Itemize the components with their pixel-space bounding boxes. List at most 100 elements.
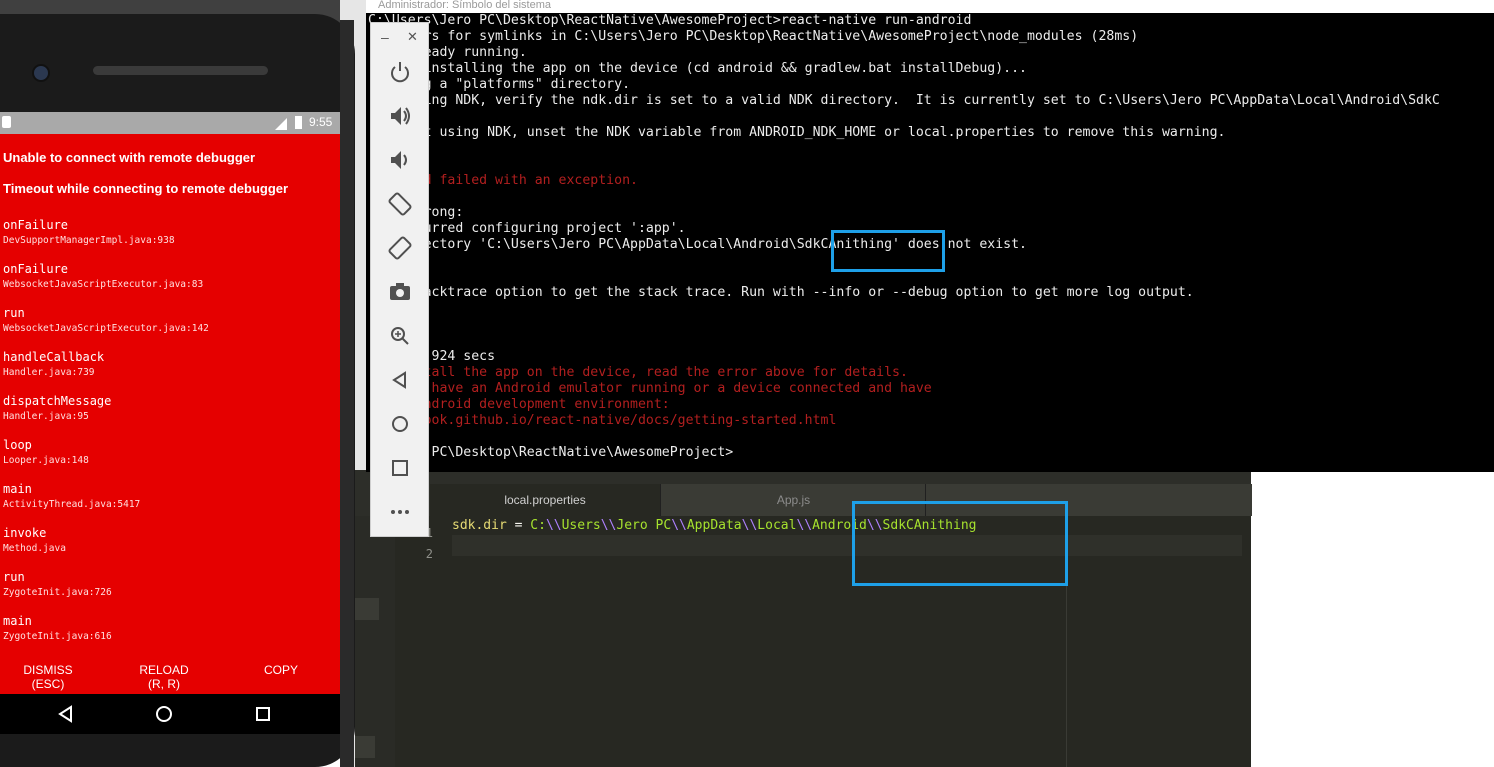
status-bar: 9:55 bbox=[0, 112, 340, 134]
nav-back-icon[interactable] bbox=[57, 705, 75, 728]
stack-frame-source: WebsocketJavaScriptExecutor.java:142 bbox=[3, 323, 209, 334]
dismiss-button[interactable]: DISMISS (ESC) bbox=[3, 663, 93, 691]
stack-frame-method: handleCallback bbox=[3, 350, 105, 364]
escape-sequence: \\ bbox=[671, 518, 687, 533]
stack-frame-source: Handler.java:739 bbox=[3, 367, 95, 378]
stack-frame-method: invoke bbox=[3, 526, 47, 540]
back-icon[interactable] bbox=[385, 365, 415, 395]
stack-frame-method: dispatchMessage bbox=[3, 394, 112, 408]
path-segment: AppData bbox=[686, 518, 742, 533]
android-icon bbox=[2, 116, 11, 128]
status-time: 9:55 bbox=[309, 115, 333, 129]
terminal-line: facebook.github.io/react-native/docs/get… bbox=[368, 413, 837, 428]
terminal-line: r already running. bbox=[368, 45, 527, 60]
power-icon[interactable] bbox=[385, 57, 415, 87]
current-line-highlight bbox=[452, 535, 1242, 556]
close-icon[interactable]: ✕ bbox=[407, 29, 418, 45]
android-nav-bar bbox=[0, 694, 340, 734]
stack-frame-source: WebsocketJavaScriptExecutor.java:83 bbox=[3, 279, 204, 290]
property-key: sdk.dir bbox=[452, 518, 507, 533]
phone-edge bbox=[340, 20, 354, 767]
home-icon[interactable] bbox=[385, 409, 415, 439]
stack-frame-source: ActivityThread.java:5417 bbox=[3, 499, 141, 510]
path-segment: Users bbox=[561, 518, 601, 533]
line-number: 2 bbox=[425, 547, 433, 561]
terminal-line: ILED bbox=[368, 317, 1494, 333]
terminal-line: re using NDK, verify the ndk.dir is set … bbox=[368, 93, 1440, 108]
nav-overview-icon[interactable] bbox=[254, 705, 272, 728]
terminal-line: me: 0.924 secs bbox=[368, 349, 496, 364]
zoom-icon[interactable] bbox=[385, 321, 415, 351]
terminal-line: t install the app on the device, read th… bbox=[368, 365, 908, 380]
side-panel-handle[interactable] bbox=[355, 598, 379, 620]
path-segment: Jero PC bbox=[616, 518, 672, 533]
terminal-line: issing a "platforms" directory. bbox=[368, 77, 631, 92]
stack-frame-method: run bbox=[3, 306, 25, 320]
stack-frame-method: main bbox=[3, 482, 32, 496]
stack-frame-method: loop bbox=[3, 438, 32, 452]
terminal-line: re not using NDK, unset the NDK variable… bbox=[368, 125, 1226, 140]
button-hint: (R, R) bbox=[148, 677, 180, 691]
volume-up-icon[interactable] bbox=[385, 101, 415, 131]
tab-local-properties[interactable]: local.properties bbox=[430, 484, 660, 516]
copy-button[interactable]: COPY bbox=[236, 663, 326, 677]
stack-frame-source: DevSupportManagerImpl.java:938 bbox=[3, 235, 175, 246]
volume-down-icon[interactable] bbox=[385, 145, 415, 175]
button-label: COPY bbox=[263, 663, 298, 677]
battery-icon bbox=[295, 116, 302, 129]
editor-side-panel bbox=[355, 516, 395, 767]
terminal-line: C:\Users\Jero PC\Desktop\ReactNative\Awe… bbox=[368, 13, 972, 28]
stack-frame-source: Method.java bbox=[3, 543, 66, 554]
stack-frame-method: onFailure bbox=[3, 218, 69, 232]
nav-home-icon[interactable] bbox=[155, 705, 173, 728]
button-hint: (ESC) bbox=[31, 677, 65, 691]
path-segment: Local bbox=[757, 518, 797, 533]
rotate-right-icon[interactable] bbox=[385, 233, 415, 263]
signal-icon bbox=[275, 117, 287, 130]
front-camera bbox=[32, 64, 50, 82]
stack-frame-source: ZygoteInit.java:616 bbox=[3, 631, 112, 642]
reload-button[interactable]: RELOAD (R, R) bbox=[119, 663, 209, 691]
terminal-line: e you have an Android emulator running o… bbox=[368, 381, 932, 396]
emulator-toolbar: – ✕ bbox=[370, 22, 429, 537]
earpiece-speaker bbox=[93, 66, 268, 75]
overview-icon[interactable] bbox=[385, 453, 415, 483]
window-title: Administrador: Símbolo del sistema bbox=[366, 0, 1494, 13]
operator: = bbox=[506, 518, 531, 533]
redbox-error-screen: Unable to connect with remote debugger T… bbox=[0, 134, 340, 694]
minimize-icon[interactable]: – bbox=[381, 29, 389, 45]
terminal-line: our Android development environment: bbox=[368, 397, 670, 412]
path-segment: C: bbox=[530, 518, 546, 533]
escape-sequence: \\ bbox=[545, 518, 562, 533]
side-panel-handle[interactable] bbox=[355, 736, 375, 758]
stack-frame-method: main bbox=[3, 614, 32, 628]
terminal-line: \Jero PC\Desktop\ReactNative\AwesomeProj… bbox=[368, 445, 734, 460]
error-title: Timeout while connecting to remote debug… bbox=[3, 181, 289, 196]
stack-frame-method: run bbox=[3, 570, 25, 584]
code-editor: local.properties App.js 1 2 sdk.dir = C:… bbox=[355, 470, 1252, 767]
error-title: Unable to connect with remote debugger bbox=[3, 150, 256, 165]
escape-sequence: \\ bbox=[600, 518, 617, 533]
escape-sequence: \\ bbox=[796, 518, 813, 533]
button-label: RELOAD bbox=[139, 663, 189, 677]
rotate-left-icon[interactable] bbox=[385, 189, 415, 219]
button-label: DISMISS bbox=[23, 663, 73, 677]
terminal-line: folders for symlinks in C:\Users\Jero PC… bbox=[368, 29, 1139, 44]
terminal-line: Build failed with an exception. bbox=[368, 173, 638, 188]
editor-tab-bar: local.properties App.js bbox=[355, 470, 1252, 516]
stack-frame-source: Looper.java:148 bbox=[3, 455, 89, 466]
camera-icon[interactable] bbox=[385, 277, 415, 307]
more-icon[interactable] bbox=[385, 497, 415, 527]
editor-gutter: 1 2 bbox=[395, 516, 451, 767]
terminal-line: ent wrong: bbox=[384, 205, 464, 220]
stack-frame-source: Handler.java:95 bbox=[3, 411, 89, 422]
stack-frame-source: ZygoteInit.java:726 bbox=[3, 587, 112, 598]
highlight-box bbox=[852, 501, 1068, 586]
